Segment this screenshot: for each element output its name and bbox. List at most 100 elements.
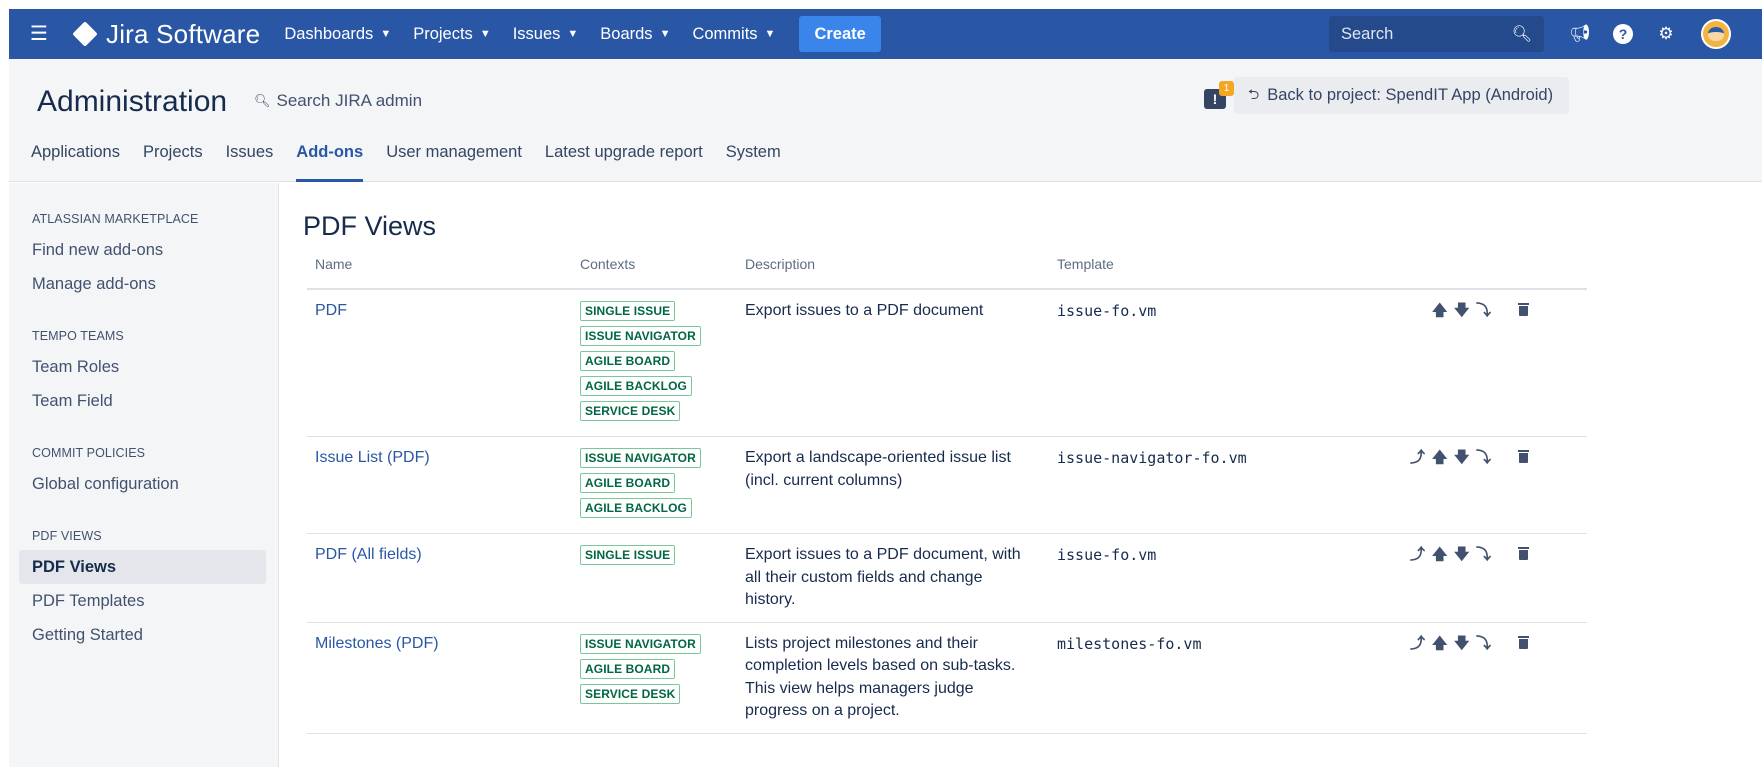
sidebar-item-pdf-views[interactable]: PDF Views xyxy=(19,550,266,584)
hamburger-menu-icon[interactable]: ☰ xyxy=(30,24,60,44)
tab-applications[interactable]: Applications xyxy=(31,143,120,182)
user-avatar[interactable] xyxy=(1701,19,1731,49)
back-arrow-icon: ⮌ xyxy=(1248,85,1260,102)
jira-logo[interactable]: Jira Software xyxy=(72,18,261,50)
move-to-bottom-icon[interactable]: ⤵ xyxy=(1476,300,1491,426)
reorder-actions: ⤴ 🡅 🡇 ⤵ xyxy=(1389,447,1499,523)
search-icon: 🔍︎ xyxy=(254,93,271,108)
admin-tabs: Applications Projects Issues Add-ons Use… xyxy=(31,143,804,182)
delete-button[interactable] xyxy=(1499,633,1539,723)
contexts-cell: ISSUE NAVIGATOR AGILE BOARD AGILE BACKLO… xyxy=(572,447,737,523)
column-header-contexts: Contexts xyxy=(580,256,636,272)
sidebar-item-pdf-templates[interactable]: PDF Templates xyxy=(19,584,266,618)
tab-projects[interactable]: Projects xyxy=(143,143,203,182)
sidebar-item-find-new-add-ons[interactable]: Find new add-ons xyxy=(19,233,266,267)
context-lozenge: AGILE BACKLOG xyxy=(580,498,692,518)
table-row: Milestones (PDF) ISSUE NAVIGATOR AGILE B… xyxy=(307,623,1587,734)
move-up-icon[interactable]: 🡅 xyxy=(1432,300,1447,426)
view-name-link[interactable]: Issue List (PDF) xyxy=(307,447,572,523)
page-title: Administration xyxy=(37,85,228,118)
context-lozenge: SERVICE DESK xyxy=(580,683,681,704)
move-down-icon[interactable]: 🡇 xyxy=(1454,544,1469,612)
search-icon: 🔍︎ xyxy=(1511,26,1532,43)
context-lozenge: AGILE BOARD xyxy=(580,351,676,371)
contexts-cell: SINGLE ISSUE ISSUE NAVIGATOR AGILE BOARD… xyxy=(572,300,737,426)
sidebar-item-team-field[interactable]: Team Field xyxy=(19,384,266,418)
chevron-down-icon: ▼ xyxy=(567,28,579,40)
chevron-down-icon: ▼ xyxy=(479,28,491,40)
chevron-down-icon: ▼ xyxy=(659,28,671,40)
reorder-actions: ⤴ 🡅 🡇 ⤵ xyxy=(1389,633,1499,723)
move-up-icon[interactable]: 🡅 xyxy=(1432,633,1447,723)
table-header: Name Contexts Description Template xyxy=(307,256,1587,290)
sidebar-item-getting-started[interactable]: Getting Started xyxy=(19,618,266,652)
megaphone-icon[interactable]: 📢︎ xyxy=(1569,23,1591,45)
description-cell: Lists project milestones and their compl… xyxy=(745,634,1016,720)
nav-boards[interactable]: Boards ▼ xyxy=(600,25,670,44)
app-frame: ☰ Jira Software Dashboards ▼ Projects ▼ Is… xyxy=(9,9,1762,767)
view-name-link[interactable]: PDF xyxy=(307,300,572,426)
settings-gear-icon[interactable]: ⚙ xyxy=(1655,23,1677,45)
contexts-cell: ISSUE NAVIGATOR AGILE BOARD SERVICE DESK xyxy=(572,633,737,723)
move-down-icon[interactable]: 🡇 xyxy=(1454,300,1469,426)
template-cell: issue-fo.vm xyxy=(1057,302,1157,320)
sidebar-item-global-configuration[interactable]: Global configuration xyxy=(19,467,266,501)
sidebar-section-pdf-views: PDF VIEWS PDF Views PDF Templates Gettin… xyxy=(9,529,278,652)
delete-button[interactable] xyxy=(1499,544,1539,612)
sidebar-heading: PDF VIEWS xyxy=(32,529,102,543)
trash-icon xyxy=(1517,303,1529,316)
tab-user-management[interactable]: User management xyxy=(386,143,522,182)
tab-add-ons[interactable]: Add-ons xyxy=(296,143,363,182)
move-to-bottom-icon[interactable]: ⤵ xyxy=(1476,544,1491,612)
column-header-template: Template xyxy=(1057,256,1114,272)
move-up-icon[interactable]: 🡅 xyxy=(1432,447,1447,523)
description-cell: Export issues to a PDF document, with al… xyxy=(745,546,1021,608)
notification-badge: 1 xyxy=(1219,81,1234,96)
nav-issues[interactable]: Issues ▼ xyxy=(513,25,579,44)
move-down-icon[interactable]: 🡇 xyxy=(1454,633,1469,723)
nav-projects[interactable]: Projects ▼ xyxy=(413,25,491,44)
product-name: Jira Software xyxy=(106,18,261,49)
header-icons: 📢︎ ? ⚙ xyxy=(1569,9,1731,59)
move-up-icon[interactable]: 🡅 xyxy=(1432,544,1447,612)
table-row: PDF SINGLE ISSUE ISSUE NAVIGATOR AGILE B… xyxy=(307,290,1587,437)
tab-issues[interactable]: Issues xyxy=(226,143,274,182)
move-to-bottom-icon[interactable]: ⤵ xyxy=(1476,633,1491,723)
move-to-top-icon[interactable]: ⤴ xyxy=(1410,633,1425,723)
move-to-top-icon[interactable]: ⤴ xyxy=(1410,447,1425,523)
sidebar-section-tempo-teams: TEMPO TEAMS Team Roles Team Field xyxy=(9,329,278,418)
admin-search-link[interactable]: 🔍︎ Search JIRA admin xyxy=(254,91,422,111)
context-lozenge: ISSUE NAVIGATOR xyxy=(580,633,701,654)
template-cell: milestones-fo.vm xyxy=(1057,634,1202,653)
context-lozenge: SINGLE ISSUE xyxy=(580,301,676,321)
context-lozenge: ISSUE NAVIGATOR xyxy=(580,448,701,468)
delete-button[interactable] xyxy=(1499,447,1539,523)
template-cell: issue-fo.vm xyxy=(1057,546,1157,564)
section-title: PDF Views xyxy=(303,211,437,241)
pdf-views-table: Name Contexts Description Template PDF S… xyxy=(307,256,1587,734)
sidebar-item-team-roles[interactable]: Team Roles xyxy=(19,350,266,384)
tab-latest-upgrade-report[interactable]: Latest upgrade report xyxy=(545,143,703,182)
move-to-bottom-icon[interactable]: ⤵ xyxy=(1476,447,1491,523)
context-lozenge: AGILE BOARD xyxy=(580,658,676,679)
sidebar-item-manage-add-ons[interactable]: Manage add-ons xyxy=(19,267,266,301)
move-to-top-icon[interactable]: ⤴ xyxy=(1410,544,1425,612)
delete-button[interactable] xyxy=(1499,300,1539,426)
admin-header: Administration 🔍︎ Search JIRA admin ! 1 … xyxy=(9,59,1762,182)
avatar-face-icon xyxy=(1708,27,1724,41)
template-cell: issue-navigator-fo.vm xyxy=(1057,449,1247,467)
help-icon[interactable]: ? xyxy=(1613,24,1633,44)
tab-system[interactable]: System xyxy=(726,143,781,182)
sidebar-section-marketplace: ATLASSIAN MARKETPLACE Find new add-ons M… xyxy=(9,212,278,301)
view-name-link[interactable]: Milestones (PDF) xyxy=(307,633,572,723)
move-down-icon[interactable]: 🡇 xyxy=(1454,447,1469,523)
nav-dashboards[interactable]: Dashboards ▼ xyxy=(284,25,391,44)
global-search-input[interactable]: Search 🔍︎ xyxy=(1329,16,1544,52)
context-lozenge: AGILE BOARD xyxy=(580,473,676,493)
create-button[interactable]: Create xyxy=(799,16,881,52)
table-row: PDF (All fields) SINGLE ISSUE Export iss… xyxy=(307,534,1587,623)
nav-commits[interactable]: Commits ▼ xyxy=(692,25,775,44)
view-name-link[interactable]: PDF (All fields) xyxy=(307,544,572,612)
back-to-project-button[interactable]: ⮌ Back to project: SpendIT App (Android) xyxy=(1234,77,1570,114)
reorder-actions: 🡅 🡇 ⤵ xyxy=(1389,300,1499,426)
